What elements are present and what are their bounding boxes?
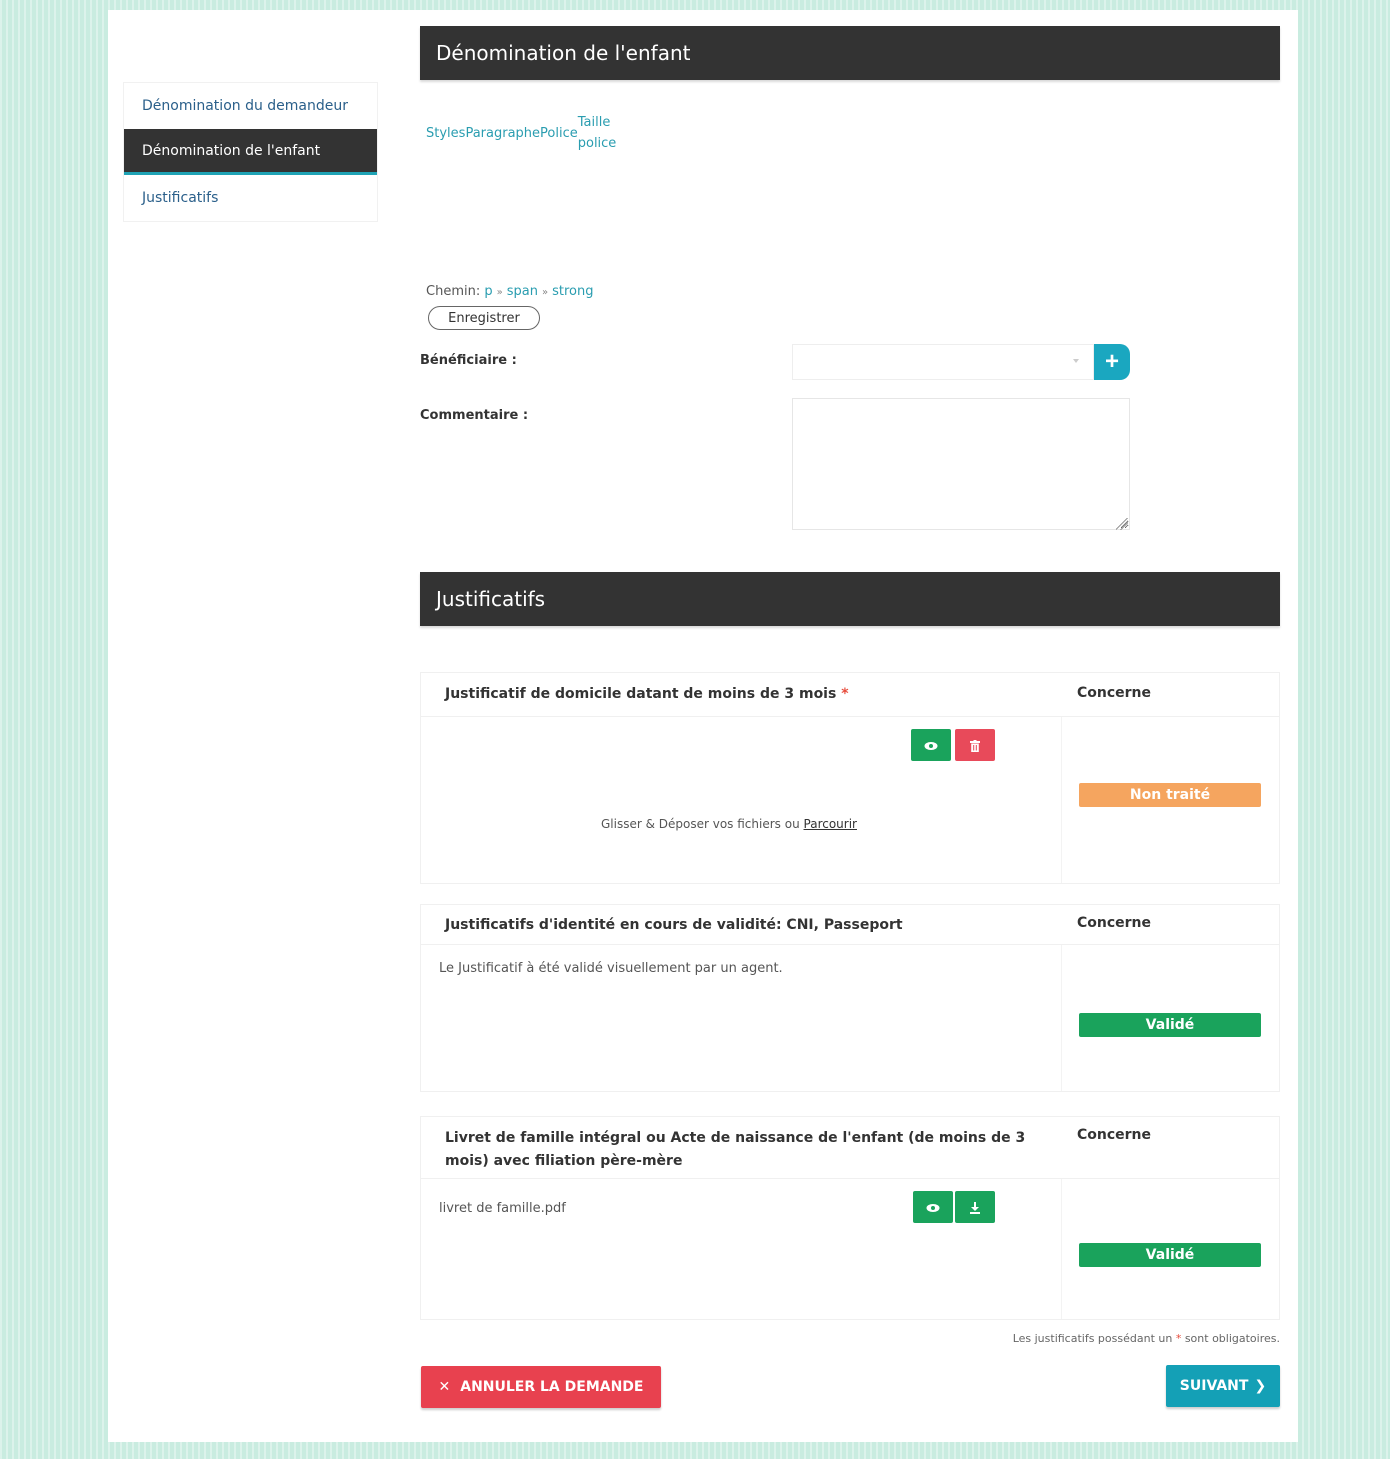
sidebar-nav: Dénomination du demandeur Dénomination d… [123, 82, 378, 222]
section-header-enfant: Dénomination de l'enfant [420, 26, 1280, 80]
validation-message: Le Justificatif à été validé visuellemen… [439, 961, 783, 976]
delete-button[interactable] [955, 729, 995, 761]
beneficiaire-select[interactable] [792, 344, 1094, 380]
concerne-label: Concerne [1077, 685, 1152, 701]
path-item-strong[interactable]: strong [552, 284, 593, 299]
plus-icon: + [1104, 348, 1119, 375]
view-button[interactable] [911, 729, 951, 761]
card-body: Non traité Glisser & Déposer vos fichier… [421, 717, 1279, 883]
path-item-span[interactable]: span [507, 284, 538, 299]
close-icon: ✕ [438, 1379, 451, 1395]
footnote-text-after: sont obligatoires. [1184, 1332, 1280, 1345]
card-body: Le Justificatif à été validé visuellemen… [421, 945, 1279, 1091]
card-header: Justificatifs d'identité en cours de val… [421, 905, 1279, 945]
concerne-label: Concerne [1077, 915, 1152, 931]
trash-icon [970, 739, 980, 752]
justificatif-card-identite: Justificatifs d'identité en cours de val… [420, 904, 1280, 1092]
eye-icon [924, 741, 938, 750]
dropzone-text: Glisser & Déposer vos fichiers ou [601, 817, 800, 831]
card-header: Livret de famille intégral ou Acte de na… [421, 1117, 1279, 1179]
card-title: Livret de famille intégral ou Acte de na… [445, 1130, 1026, 1169]
concerne-label: Concerne [1077, 1127, 1152, 1143]
next-button[interactable]: SUIVANT ❯ [1166, 1365, 1280, 1407]
path-separator: » [541, 287, 549, 298]
footnote-text-before: Les justificatifs possédant un [1012, 1332, 1173, 1345]
card-title: Justificatif de domicile datant de moins… [445, 683, 849, 706]
path-label: Chemin: [426, 284, 481, 299]
page-container: Dénomination du demandeur Dénomination d… [108, 10, 1298, 1442]
chevron-down-icon [1073, 359, 1079, 363]
eye-icon [926, 1203, 940, 1212]
editor-toolbar: StylesParagraphePoliceTaille police [426, 112, 616, 154]
justificatifs-section: Justificatifs [420, 572, 1280, 626]
toolbar-taille-line1: Taille [577, 115, 611, 130]
beneficiaire-label: Bénéficiaire : [420, 353, 517, 368]
status-badge: Non traité [1079, 783, 1261, 807]
editor-path: Chemin: p» span» strong [426, 284, 593, 299]
card-header: Justificatif de domicile datant de moins… [421, 673, 1279, 717]
download-icon [970, 1201, 980, 1214]
required-mark: * [841, 686, 849, 702]
status-badge: Validé [1079, 1013, 1261, 1037]
card-body: livret de famille.pdf Validé [421, 1179, 1279, 1319]
toolbar-taille-line2: police [577, 136, 617, 151]
download-button[interactable] [955, 1191, 995, 1223]
path-item-p[interactable]: p [484, 284, 492, 299]
file-name: livret de famille.pdf [439, 1201, 566, 1216]
toolbar-police[interactable]: Police [540, 126, 578, 141]
commentaire-label: Commentaire : [420, 408, 529, 423]
toolbar-paragraphe[interactable]: Paragraphe [465, 126, 540, 141]
add-beneficiaire-button[interactable]: + [1094, 344, 1130, 380]
main-content: Dénomination de l'enfant StylesParagraph… [420, 26, 1280, 1408]
sidebar-item-justificatifs[interactable]: Justificatifs [124, 175, 377, 221]
save-button[interactable]: Enregistrer [428, 306, 540, 330]
commentaire-textarea[interactable] [792, 398, 1130, 530]
path-separator: » [496, 287, 503, 298]
toolbar-styles[interactable]: Styles [426, 126, 465, 141]
cancel-button-label: ANNULER LA DEMANDE [460, 1379, 644, 1395]
column-divider [1061, 945, 1062, 1091]
status-badge: Validé [1079, 1243, 1261, 1267]
column-divider [1061, 1179, 1062, 1319]
sidebar-item-enfant[interactable]: Dénomination de l'enfant [124, 129, 377, 175]
required-mark: * [1175, 1332, 1182, 1345]
browse-link[interactable]: Parcourir [804, 817, 857, 831]
next-button-label: SUIVANT [1179, 1378, 1249, 1394]
required-footnote: Les justificatifs possédant un * sont ob… [1013, 1332, 1280, 1345]
section-header-justificatifs: Justificatifs [420, 572, 1280, 626]
card-title: Justificatifs d'identité en cours de val… [445, 917, 903, 933]
sidebar-item-demandeur[interactable]: Dénomination du demandeur [124, 83, 377, 129]
card-title-text: Justificatif de domicile datant de moins… [445, 686, 837, 702]
justificatif-card-domicile: Justificatif de domicile datant de moins… [420, 672, 1280, 884]
justificatif-card-livret: Livret de famille intégral ou Acte de na… [420, 1116, 1280, 1320]
toolbar-taille-police[interactable]: Taille police [578, 112, 617, 154]
dropzone[interactable]: Glisser & Déposer vos fichiers ou Parcou… [601, 817, 857, 831]
chevron-right-icon: ❯ [1254, 1378, 1267, 1394]
column-divider [1061, 717, 1062, 883]
view-button[interactable] [913, 1191, 953, 1223]
cancel-request-button[interactable]: ✕ ANNULER LA DEMANDE [421, 1366, 661, 1408]
